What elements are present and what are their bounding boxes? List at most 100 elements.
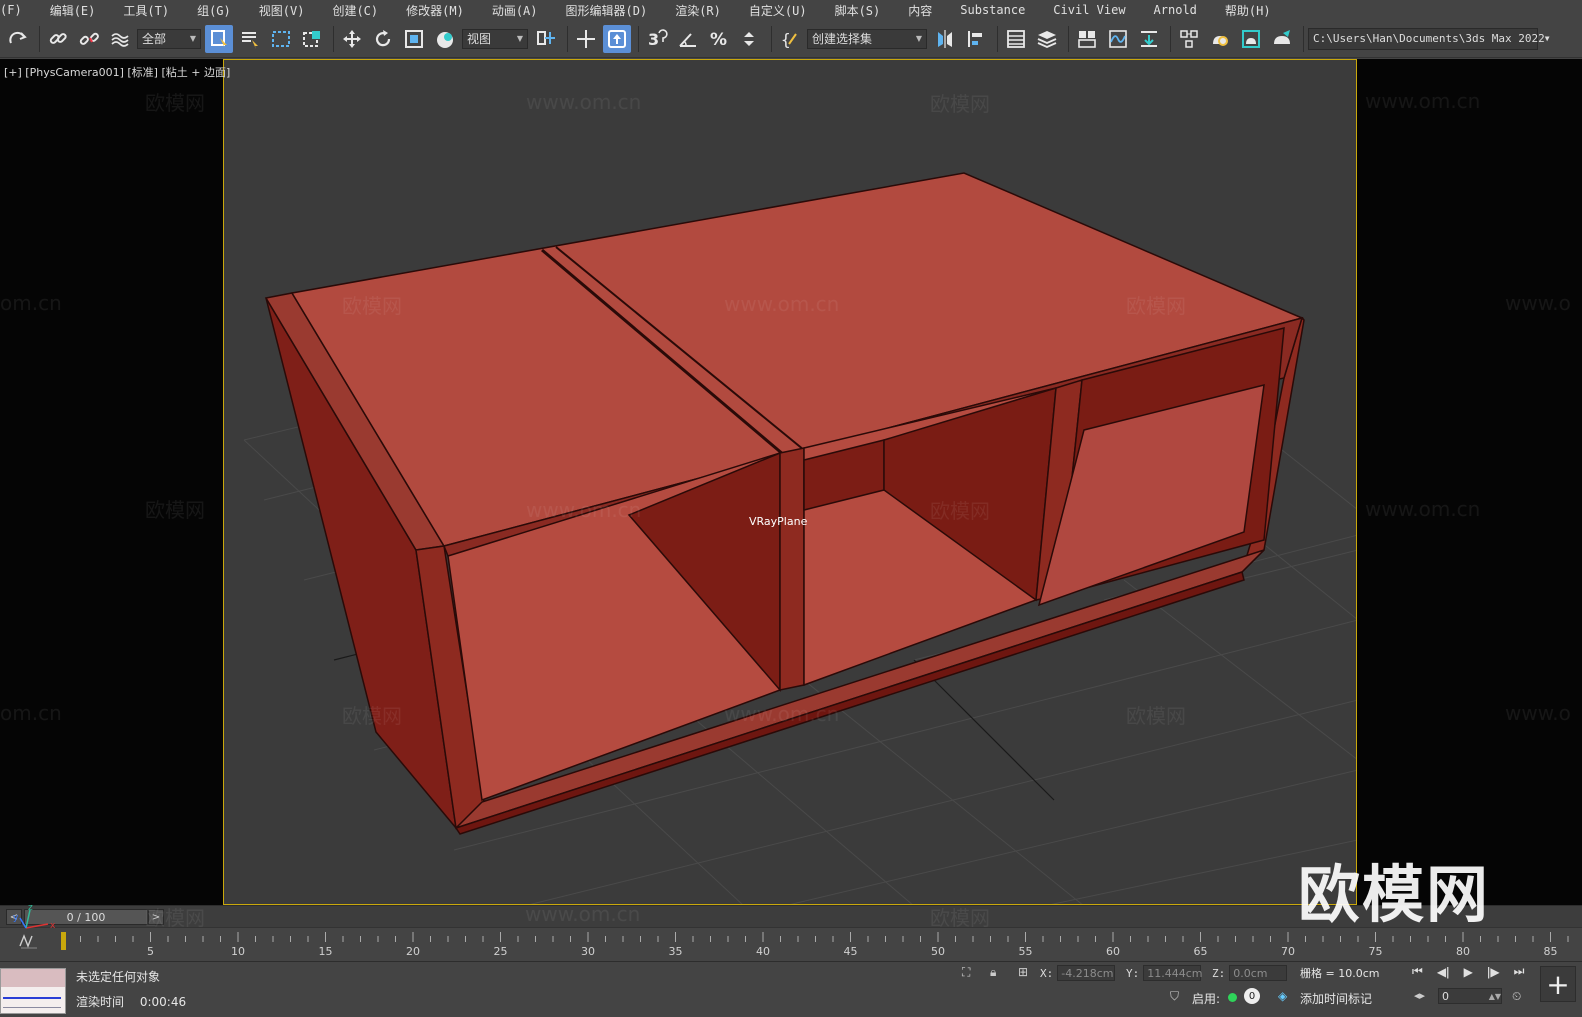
project-path-dropdown[interactable]: C:\Users\Han\Documents\3ds Max 2022 ▼ [1308,27,1550,50]
menu-item[interactable]: 工具(T) [109,2,183,19]
menu-item[interactable]: 内容 [894,2,946,19]
menu-item[interactable]: Substance [946,3,1039,17]
curve-editor-icon[interactable] [1104,25,1132,53]
select-manipulate-icon[interactable] [572,25,600,53]
rotate-icon[interactable] [369,25,397,53]
shield-icon[interactable]: ⛉ [1170,989,1179,1004]
spinner-icon[interactable]: ▲▼ [1489,992,1501,1001]
reference-coordinate-dropdown[interactable]: 视图 ▼ [462,28,528,49]
menu-item[interactable]: 帮助(H) [1211,2,1285,19]
ruler-tick-label: 40 [756,945,770,958]
spinner-snap-icon[interactable] [736,25,764,53]
current-frame-marker[interactable] [61,932,66,950]
menu-item[interactable]: 编辑(E) [36,2,110,19]
ruler-tick-label: 5 [147,945,154,958]
scale-icon[interactable] [400,25,428,53]
enable-count-badge[interactable]: 0 [1244,988,1260,1004]
keyboard-shortcut-override-icon[interactable] [603,24,631,53]
next-frame-icon[interactable]: ǀ▶︎ [1487,965,1500,979]
menu-item[interactable]: 修改器(M) [392,2,478,19]
menu-item[interactable]: Civil View [1039,3,1139,17]
edit-named-selection-icon[interactable]: { [776,25,804,53]
lock-icon[interactable]: 🔒︎ [990,965,996,980]
unlink-icon[interactable] [75,25,103,53]
mirror-icon[interactable] [931,25,959,53]
place-icon[interactable] [431,25,459,53]
time-tag-icon[interactable]: ◈ [1278,989,1287,1003]
menu-item[interactable]: 创建(C) [318,2,392,19]
absolute-transform-icon[interactable]: ⊞ [1018,965,1028,979]
menu-item[interactable]: 动画(A) [478,2,552,19]
render-frame-window-icon[interactable] [1237,25,1265,53]
x-value-field[interactable]: -4.218cm [1057,965,1116,981]
snap-toggle-icon[interactable]: 3 [643,25,671,53]
cabinet-model[interactable] [264,172,1305,835]
layer-explorer-icon[interactable] [1033,25,1061,53]
isolate-selection-icon[interactable]: ⛶ [962,965,970,980]
angle-snap-icon[interactable] [674,25,702,53]
go-to-end-icon[interactable]: ⏭ [1514,964,1525,979]
key-mode-icon[interactable]: ◂▸ [1414,989,1425,1002]
toggle-ribbon-icon[interactable] [1073,25,1101,53]
material-editor-icon[interactable] [1175,25,1203,53]
time-configuration-icon[interactable]: ⏲ [1512,989,1521,1004]
window-crossing-icon[interactable] [298,25,326,53]
svg-text:x: x [50,921,56,931]
x-coordinate: X: -4.218cm [1040,965,1116,981]
redo-icon[interactable] [4,25,32,53]
maxscript-listener[interactable] [0,968,66,1014]
watermark-text: 欧模网 [145,498,205,522]
svg-text:3: 3 [648,30,659,49]
menu-item[interactable]: (F) [0,3,36,17]
mini-curve-editor-icon[interactable] [18,932,40,950]
z-value-field[interactable]: 0.0cm [1229,965,1288,981]
menu-item[interactable]: Arnold [1140,3,1211,17]
chevron-down-icon: ▼ [189,34,196,43]
previous-frame-icon[interactable]: ◀︎ǀ [1437,965,1450,979]
bind-space-warp-icon[interactable] [106,25,134,53]
toolbar-separator [1170,25,1171,52]
menu-item[interactable]: 组(G) [183,2,245,19]
play-icon[interactable]: ▶ [1464,965,1473,979]
named-selection-dropdown[interactable]: 创建选择集 ▼ [807,28,927,49]
viewport-label[interactable]: [+] [PhysCamera001] [标准] [粘土 + 边面] [4,64,230,80]
current-frame-field[interactable]: 0 ▲▼ [1438,988,1502,1004]
rectangular-selection-icon[interactable] [267,25,295,53]
pivot-center-icon[interactable] [532,25,560,53]
maxscript-input-line [1,969,65,987]
menu-item[interactable]: 自定义(U) [735,2,821,19]
render-production-icon[interactable] [1268,25,1296,53]
selection-filter-dropdown[interactable]: 全部 ▼ [137,28,201,49]
toolbar-separator [1068,25,1069,52]
align-icon[interactable] [962,25,990,53]
toolbar-separator [638,25,639,52]
current-frame-value: 0 [1442,989,1449,1003]
ruler-tick-label: 35 [669,945,683,958]
ruler-tick-label: 55 [1019,945,1033,958]
camera-viewport[interactable]: 欧模网 www.om.cn 欧模网 欧模网 www.om.cn 欧模网 www.… [223,59,1357,905]
scene-render [243,172,1356,904]
render-setup-icon[interactable] [1206,25,1234,53]
render-time-label: 渲染时间 [76,995,125,1009]
menu-item[interactable]: 图形编辑器(D) [552,2,662,19]
percent-snap-icon[interactable]: % [705,25,733,53]
ruler-tick-label: 60 [1106,945,1120,958]
scene-explorer-icon[interactable] [1002,25,1030,53]
add-button[interactable]: + [1540,966,1576,1002]
menu-item[interactable]: 视图(V) [245,2,319,19]
menu-item[interactable]: 渲染(R) [661,2,735,19]
toolbar-separator [771,25,772,52]
menu-item[interactable]: 脚本(S) [821,2,895,19]
y-value-field[interactable]: 11.444cm [1143,965,1203,981]
select-by-name-icon[interactable] [236,25,264,53]
next-frame-arrow-icon[interactable]: > [148,909,164,925]
select-object-icon[interactable] [205,24,233,53]
maxscript-output-line [3,1007,61,1008]
link-icon[interactable] [44,25,72,53]
add-time-tag-button[interactable]: 添加时间标记 [1300,990,1372,1007]
move-icon[interactable] [338,25,366,53]
schematic-view-icon[interactable] [1135,25,1163,53]
go-to-start-icon[interactable]: ⏮ [1412,964,1423,979]
reference-coordinate-value: 视图 [467,32,492,46]
watermark-text: www.om.cn [1365,89,1481,113]
